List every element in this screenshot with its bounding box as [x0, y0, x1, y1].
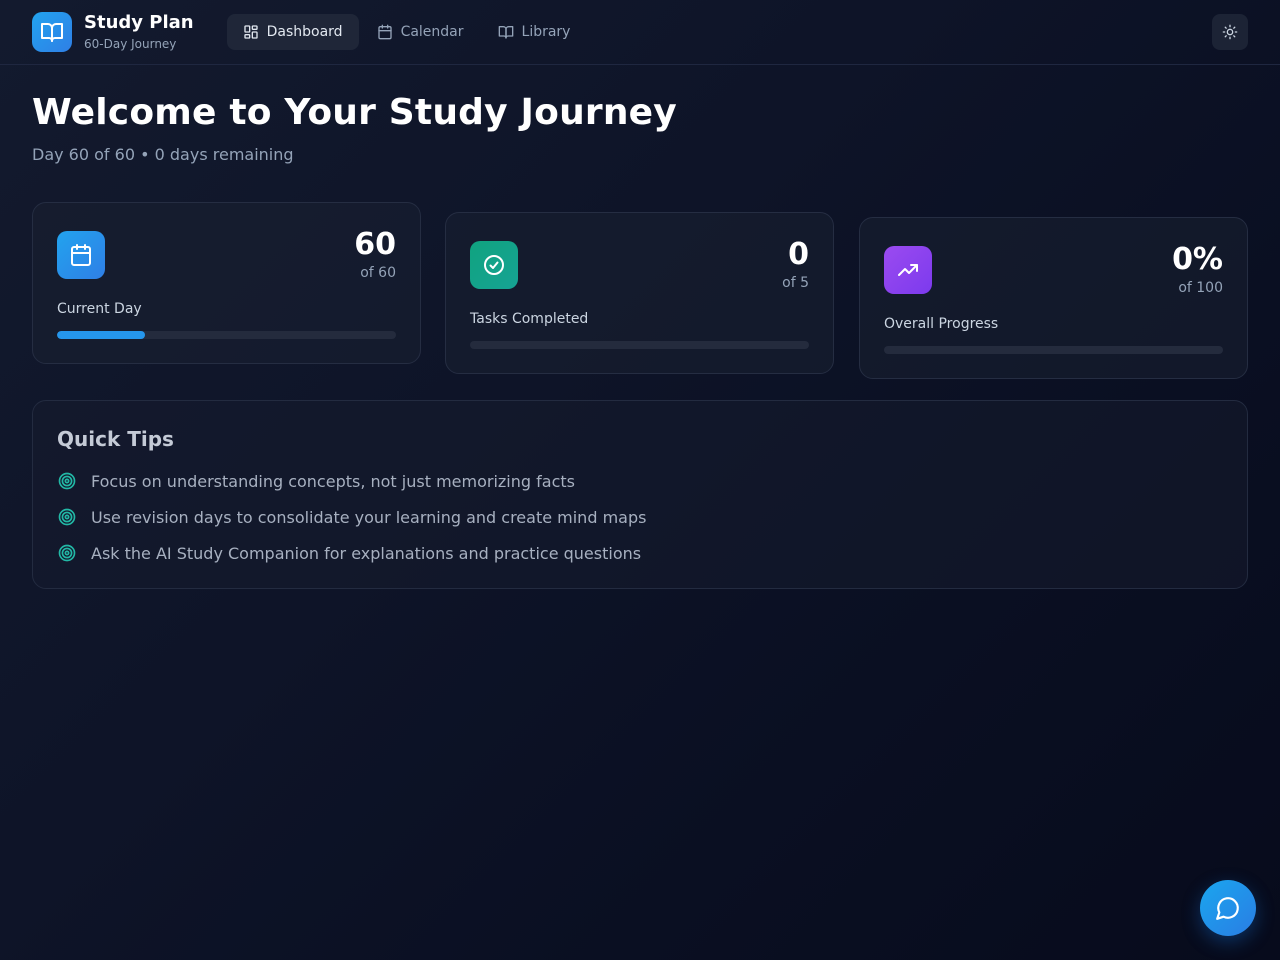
top-navbar: Study Plan 60-Day Journey Dashboard Cale… — [0, 0, 1280, 65]
progress-bar — [884, 346, 1223, 354]
stat-value: 0% — [1172, 242, 1223, 277]
stat-card-tasks-completed: 0 of 5 Tasks Completed — [445, 212, 834, 374]
stat-total: of 5 — [782, 275, 809, 291]
stat-card-overall-progress: 0% of 100 Overall Progress — [859, 217, 1248, 379]
quick-tips-title: Quick Tips — [57, 427, 174, 451]
tip-item: Use revision days to consolidate your le… — [57, 507, 646, 527]
stat-label: Current Day — [57, 301, 142, 317]
brand[interactable]: Study Plan 60-Day Journey — [32, 12, 194, 52]
nav-dashboard-label: Dashboard — [266, 24, 343, 40]
subtitle-separator: • — [140, 145, 150, 164]
calendar-icon — [377, 24, 392, 40]
day-progress-text: Day 60 of 60 — [32, 145, 135, 164]
nav-calendar-label: Calendar — [400, 24, 464, 40]
progress-bar — [470, 341, 809, 349]
check-circle-icon — [470, 241, 518, 289]
brand-subtitle: 60-Day Journey — [84, 37, 177, 51]
tip-item: Focus on understanding concepts, not jus… — [57, 471, 575, 491]
stat-card-current-day: 60 of 60 Current Day — [32, 202, 421, 364]
ai-chat-button[interactable] — [1200, 880, 1256, 936]
stat-label: Overall Progress — [884, 316, 999, 332]
book-icon — [498, 26, 513, 39]
grid-icon — [243, 25, 258, 39]
nav-library[interactable]: Library — [482, 14, 587, 50]
message-circle-icon — [1216, 897, 1239, 920]
progress-bar-fill — [57, 331, 146, 339]
progress-bar — [57, 331, 396, 339]
tip-text: Use revision days to consolidate your le… — [91, 507, 647, 527]
stat-total: of 60 — [360, 265, 396, 281]
nav-dashboard[interactable]: Dashboard — [226, 14, 359, 50]
page-subtitle: Day 60 of 60 • 0 days remaining — [32, 145, 294, 164]
theme-toggle-button[interactable] — [1212, 14, 1248, 50]
target-icon — [58, 472, 76, 490]
quick-tips-panel: Quick Tips Focus on understanding concep… — [32, 400, 1248, 589]
tip-text: Focus on understanding concepts, not jus… — [91, 471, 575, 491]
calendar-icon — [57, 231, 105, 279]
brand-title: Study Plan — [84, 12, 194, 33]
stat-label: Tasks Completed — [470, 311, 589, 327]
days-remaining-text: 0 days remaining — [154, 145, 294, 164]
stat-total: of 100 — [1178, 280, 1223, 296]
sun-icon — [1222, 24, 1238, 40]
page-title: Welcome to Your Study Journey — [32, 92, 677, 133]
target-icon — [58, 508, 76, 526]
trending-up-icon — [884, 246, 932, 294]
book-open-icon — [32, 12, 72, 52]
tip-item: Ask the AI Study Companion for explanati… — [57, 543, 641, 563]
stat-value: 60 — [354, 227, 396, 262]
nav-library-label: Library — [521, 24, 571, 40]
target-icon — [58, 544, 76, 562]
nav-calendar[interactable]: Calendar — [361, 14, 480, 50]
stat-value: 0 — [788, 237, 809, 272]
tip-text: Ask the AI Study Companion for explanati… — [91, 543, 642, 563]
main-nav: Dashboard Calendar Library — [226, 14, 589, 50]
